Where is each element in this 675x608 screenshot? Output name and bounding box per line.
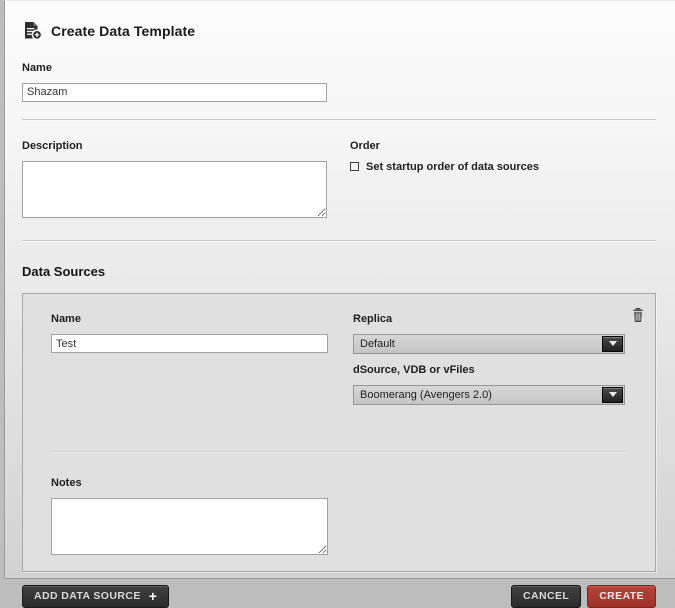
add-data-source-button[interactable]: ADD DATA SOURCE +: [22, 585, 169, 608]
ds-name-field-group: Name: [51, 313, 328, 405]
document-add-icon: [22, 20, 43, 41]
order-checkbox-label: Set startup order of data sources: [366, 161, 539, 173]
data-source-card: Name Replica Default dSource, VDB or vFi…: [22, 293, 656, 572]
section-divider: [22, 240, 656, 242]
notes-field-group: Notes: [51, 477, 627, 560]
chevron-down-icon[interactable]: [602, 336, 623, 352]
dialog-header: Create Data Template: [22, 20, 656, 41]
chevron-down-icon[interactable]: [602, 387, 623, 403]
trash-icon: [631, 307, 645, 323]
replica-select-value: Default: [355, 338, 602, 350]
description-label: Description: [22, 140, 327, 152]
description-field-group: Description: [22, 140, 327, 223]
order-checkbox[interactable]: [350, 162, 359, 171]
notes-label: Notes: [51, 477, 627, 489]
data-source-fields-row: Name Replica Default dSource, VDB or vFi…: [51, 313, 627, 405]
name-label: Name: [22, 62, 656, 74]
replica-field-group: Replica Default: [353, 313, 625, 354]
ds-name-input[interactable]: [51, 334, 328, 353]
add-data-source-label: ADD DATA SOURCE: [34, 590, 141, 602]
name-field-group: Name: [22, 62, 656, 102]
delete-data-source-button[interactable]: [631, 307, 645, 323]
replica-label: Replica: [353, 313, 625, 325]
ds-selects-column: Replica Default dSource, VDB or vFiles B…: [353, 313, 625, 405]
order-label: Order: [350, 140, 656, 152]
order-checkbox-row: Set startup order of data sources: [350, 161, 656, 173]
description-order-row: Description Order Set startup order of d…: [22, 140, 656, 223]
create-button[interactable]: CREATE: [587, 585, 656, 608]
name-input[interactable]: [22, 83, 327, 102]
order-field-group: Order Set startup order of data sources: [350, 140, 656, 223]
data-sources-heading: Data Sources: [22, 264, 656, 279]
ds-name-label: Name: [51, 313, 328, 325]
card-divider: [51, 451, 627, 453]
description-textarea[interactable]: [22, 161, 327, 218]
create-data-template-dialog: Create Data Template Name Description Or…: [4, 0, 675, 579]
dsource-select-value: Boomerang (Avengers 2.0): [355, 389, 602, 401]
replica-select[interactable]: Default: [353, 334, 625, 354]
section-divider: [22, 119, 656, 121]
cancel-button[interactable]: CANCEL: [511, 585, 581, 608]
dsource-select[interactable]: Boomerang (Avengers 2.0): [353, 385, 625, 405]
dsource-label: dSource, VDB or vFiles: [353, 364, 625, 376]
dsource-field-group: dSource, VDB or vFiles Boomerang (Avenge…: [353, 364, 625, 405]
notes-textarea[interactable]: [51, 498, 328, 555]
plus-icon: +: [149, 589, 158, 603]
dialog-footer: ADD DATA SOURCE + CANCEL CREATE: [22, 585, 656, 608]
footer-action-buttons: CANCEL CREATE: [511, 585, 656, 608]
page-title: Create Data Template: [51, 23, 195, 39]
